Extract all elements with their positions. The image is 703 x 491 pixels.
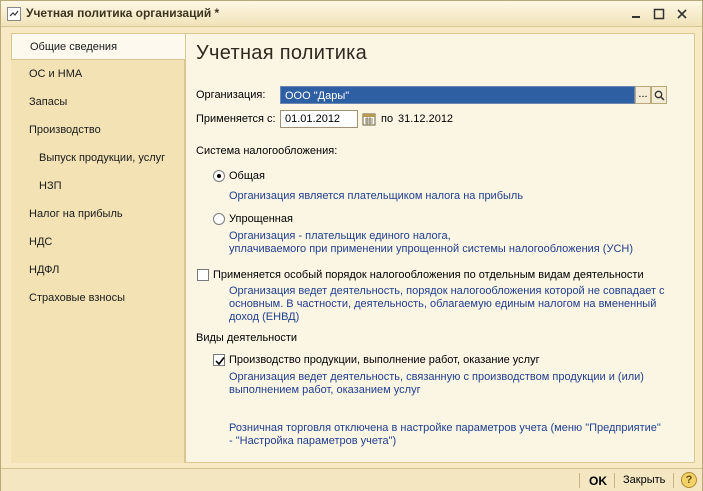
- production-desc-2: выполнением работ, оказанием услуг: [229, 384, 421, 396]
- nav-item-vat[interactable]: НДС: [11, 229, 185, 256]
- checkmark-icon: [215, 357, 225, 366]
- title-bar[interactable]: Учетная политика организаций *: [1, 1, 702, 27]
- retail-note-2: - "Настройка параметров учета"): [229, 435, 397, 447]
- production-label: Производство продукции, выполнение работ…: [229, 354, 540, 366]
- maximize-icon[interactable]: [650, 5, 668, 23]
- separator: [673, 473, 674, 488]
- radio-simplified[interactable]: [213, 213, 225, 225]
- org-field[interactable]: ООО "Дары": [280, 86, 635, 104]
- close-button[interactable]: Закрыть: [623, 474, 665, 486]
- main-window: Учетная политика организаций * Общие све…: [0, 0, 703, 491]
- radio-simplified-desc-1: Организация - плательщик единого налога,: [229, 230, 451, 242]
- special-order-desc-2: основным. В частности, деятельность, обл…: [229, 298, 657, 310]
- production-checkbox[interactable]: [213, 354, 225, 366]
- radio-simplified-label: Упрощенная: [229, 213, 293, 225]
- radio-general[interactable]: [213, 170, 225, 182]
- special-order-desc-1: Организация ведет деятельность, порядок …: [229, 285, 665, 297]
- nav-item-inventory[interactable]: Запасы: [11, 89, 185, 116]
- nav-item-wip[interactable]: НЗП: [11, 173, 185, 200]
- radio-simplified-desc-2: уплачиваемого при применении упрощенной …: [229, 243, 634, 255]
- retail-note-1: Розничная торговля отключена в настройке…: [229, 422, 661, 434]
- nav-item-profit-tax[interactable]: Налог на прибыль: [11, 201, 185, 228]
- date-to-value: 31.12.2012: [398, 113, 454, 125]
- close-icon[interactable]: [673, 5, 691, 23]
- app-icon: [7, 7, 21, 21]
- window-title: Учетная политика организаций *: [26, 6, 220, 20]
- nav-item-fixed-assets[interactable]: ОС и НМА: [11, 61, 185, 88]
- search-icon[interactable]: [651, 86, 667, 104]
- org-label: Организация:: [196, 89, 266, 101]
- radio-general-label: Общая: [229, 170, 265, 182]
- nav-item-general[interactable]: Общие сведения: [11, 33, 187, 60]
- tax-system-label: Система налогообложения:: [196, 145, 338, 157]
- special-order-checkbox[interactable]: [197, 269, 209, 281]
- help-icon[interactable]: ?: [681, 472, 697, 488]
- date-to-label: по: [381, 113, 394, 125]
- special-order-desc-3: доход (ЕНВД): [229, 311, 300, 323]
- applied-from-label: Применяется с:: [196, 113, 276, 125]
- ok-button[interactable]: OK: [589, 474, 607, 488]
- activities-label: Виды деятельности: [196, 332, 298, 344]
- separator: [579, 473, 580, 488]
- nav-item-insurance[interactable]: Страховые взносы: [11, 285, 185, 312]
- date-from-field[interactable]: 01.01.2012: [280, 110, 358, 128]
- special-order-label: Применяется особый порядок налогообложен…: [213, 269, 644, 281]
- sidebar-nav: Общие сведения ОС и НМА Запасы Производс…: [11, 33, 187, 463]
- separator: [614, 473, 615, 488]
- org-select-button[interactable]: ...: [635, 86, 651, 104]
- page-title: Учетная политика: [196, 42, 368, 64]
- calendar-icon[interactable]: [362, 112, 376, 126]
- bottom-bar: OK Закрыть ?: [1, 468, 702, 491]
- radio-general-desc: Организация является плательщиком налога…: [229, 190, 524, 202]
- nav-item-income-tax[interactable]: НДФЛ: [11, 257, 185, 284]
- nav-item-production[interactable]: Производство: [11, 117, 185, 144]
- nav-item-output[interactable]: Выпуск продукции, услуг: [11, 145, 185, 172]
- production-desc-1: Организация ведет деятельность, связанну…: [229, 371, 644, 383]
- minimize-icon[interactable]: [627, 5, 645, 23]
- main-panel: Учетная политика Организация: ООО "Дары"…: [185, 33, 695, 463]
